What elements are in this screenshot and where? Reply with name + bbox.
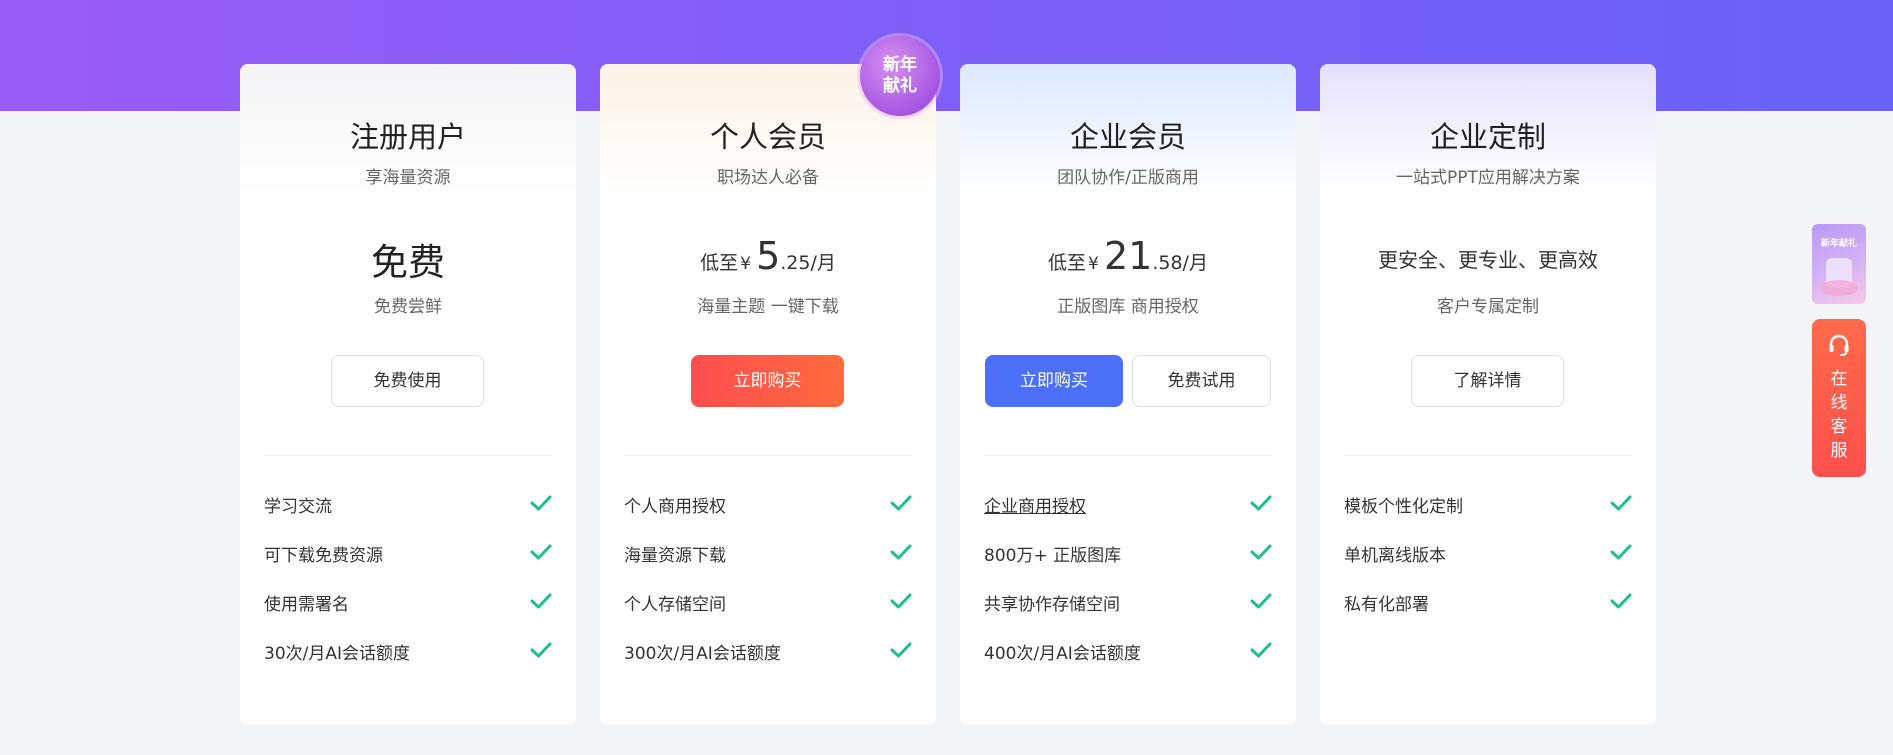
headset-icon [1829, 334, 1849, 356]
feature-item: 800万+ 正版图库 [984, 541, 1272, 590]
check-icon [1250, 593, 1272, 609]
feature-link[interactable]: 企业商用授权 [984, 492, 1086, 517]
feature-item: 企业商用授权 [984, 492, 1272, 541]
feature-item: 共享协作存储空间 [984, 590, 1272, 639]
check-icon [530, 593, 552, 609]
service-char: 服 [1830, 441, 1848, 461]
feature-label: 海量资源下载 [624, 546, 726, 566]
feature-list: 个人商用授权 海量资源下载 个人存储空间 300次/月AI会话额度 [624, 492, 912, 688]
cloud-illustration [1820, 280, 1858, 296]
new-year-promo-widget[interactable]: 新年献礼 [1812, 224, 1866, 304]
plan-desc: 客户专属定制 [1437, 297, 1539, 317]
price-integer: 21 [1103, 234, 1153, 278]
divider [624, 455, 912, 456]
plan-card-enterprise: 企业会员 团队协作/正版商用 低至 ¥ 21.58/月 正版图库 商用授权 立即购… [960, 64, 1296, 725]
feature-item: 使用需署名 [264, 590, 552, 639]
feature-label: 300次/月AI会话额度 [624, 644, 781, 664]
feature-list: 模板个性化定制 单机离线版本 私有化部署 [1344, 492, 1632, 639]
check-icon [1610, 544, 1632, 560]
feature-label: 私有化部署 [1344, 595, 1429, 615]
badge-line-1: 新年 [883, 55, 917, 75]
feature-item: 可下载免费资源 [264, 541, 552, 590]
plan-title: 个人会员 [709, 120, 826, 154]
price-currency: ¥ [740, 254, 751, 274]
feature-label: 个人商用授权 [624, 497, 726, 517]
feature-label: 30次/月AI会话额度 [264, 644, 411, 664]
feature-label: 400次/月AI会话额度 [984, 644, 1141, 664]
service-char: 在 [1830, 369, 1848, 389]
divider [264, 455, 552, 456]
price-integer: 5 [756, 234, 781, 278]
check-icon [1250, 495, 1272, 511]
feature-item: 个人存储空间 [624, 590, 912, 639]
divider [1344, 455, 1632, 456]
online-service-button[interactable]: 在 线 客 服 [1812, 319, 1866, 477]
plan-title: 企业会员 [1069, 120, 1186, 154]
badge-line-2: 献礼 [883, 76, 917, 96]
plan-price: 免费 [371, 241, 445, 284]
check-icon [890, 544, 912, 560]
promo-text: 新年献礼 [1820, 239, 1857, 249]
feature-item: 私有化部署 [1344, 590, 1632, 639]
feature-label: 800万+ 正版图库 [984, 546, 1122, 566]
feature-list: 企业商用授权 800万+ 正版图库 共享协作存储空间 400次/月AI会话额度 [984, 492, 1272, 688]
plan-subtitle: 一站式PPT应用解决方案 [1396, 168, 1580, 188]
plan-card-registered: 注册用户 享海量资源 免费 免费尝鲜 免费使用 学习交流 可下载免费资源 使用需… [240, 64, 576, 725]
check-icon [1250, 642, 1272, 658]
check-icon [530, 495, 552, 511]
price-currency: ¥ [1088, 254, 1099, 274]
price-prefix: 低至 [1048, 252, 1087, 274]
feature-label: 模板个性化定制 [1344, 497, 1463, 517]
check-icon [1250, 544, 1272, 560]
feature-label: 学习交流 [264, 497, 332, 517]
feature-item: 模板个性化定制 [1344, 492, 1632, 541]
plan-price: 低至 ¥ 5.25/月 [600, 234, 936, 278]
price-decimal: .58/月 [1152, 252, 1208, 274]
check-icon [890, 642, 912, 658]
plan-desc: 免费尝鲜 [374, 297, 442, 317]
feature-label: 使用需署名 [264, 595, 349, 615]
buy-now-button[interactable]: 立即购买 [985, 355, 1123, 407]
plan-title: 企业定制 [1429, 120, 1546, 154]
plan-card-custom: 企业定制 一站式PPT应用解决方案 更安全、更专业、更高效 客户专属定制 了解详… [1320, 64, 1656, 725]
service-char: 客 [1830, 417, 1848, 437]
feature-list: 学习交流 可下载免费资源 使用需署名 30次/月AI会话额度 [264, 492, 552, 688]
feature-label: 个人存储空间 [624, 595, 726, 615]
free-use-button[interactable]: 免费使用 [331, 355, 484, 407]
check-icon [530, 642, 552, 658]
feature-item: 400次/月AI会话额度 [984, 639, 1272, 688]
check-icon [890, 495, 912, 511]
plan-subtitle: 职场达人必备 [717, 168, 819, 188]
divider [984, 455, 1272, 456]
check-icon [1610, 495, 1632, 511]
price-decimal: .25/月 [780, 252, 836, 274]
plan-desc: 海量主题 一键下载 [697, 297, 839, 317]
feature-label: 单机离线版本 [1344, 546, 1446, 566]
plan-subtitle: 享海量资源 [365, 168, 451, 188]
service-label: 在 线 客 服 [1812, 367, 1866, 463]
feature-item: 300次/月AI会话额度 [624, 639, 912, 688]
buy-now-button[interactable]: 立即购买 [691, 355, 844, 407]
feature-item: 单机离线版本 [1344, 541, 1632, 590]
plan-price: 低至 ¥ 21.58/月 [960, 234, 1296, 278]
feature-item: 海量资源下载 [624, 541, 912, 590]
service-char: 线 [1830, 393, 1848, 413]
learn-more-button[interactable]: 了解详情 [1411, 355, 1564, 407]
feature-label: 共享协作存储空间 [984, 595, 1120, 615]
feature-item: 30次/月AI会话额度 [264, 639, 552, 688]
check-icon [890, 593, 912, 609]
price-prefix: 低至 [700, 252, 739, 274]
check-icon [1610, 593, 1632, 609]
feature-item: 个人商用授权 [624, 492, 912, 541]
plan-desc: 正版图库 商用授权 [1057, 297, 1199, 317]
new-year-gift-badge: 新年 献礼 [860, 36, 940, 116]
plan-card-personal: 个人会员 职场达人必备 低至 ¥ 5.25/月 海量主题 一键下载 立即购买 个人… [600, 64, 936, 725]
check-icon [530, 544, 552, 560]
feature-item: 学习交流 [264, 492, 552, 541]
free-trial-button[interactable]: 免费试用 [1132, 355, 1271, 407]
plan-tagline: 更安全、更专业、更高效 [1378, 248, 1598, 272]
plan-title: 注册用户 [349, 120, 466, 154]
feature-label: 可下载免费资源 [264, 546, 383, 566]
plan-subtitle: 团队协作/正版商用 [1057, 168, 1199, 188]
